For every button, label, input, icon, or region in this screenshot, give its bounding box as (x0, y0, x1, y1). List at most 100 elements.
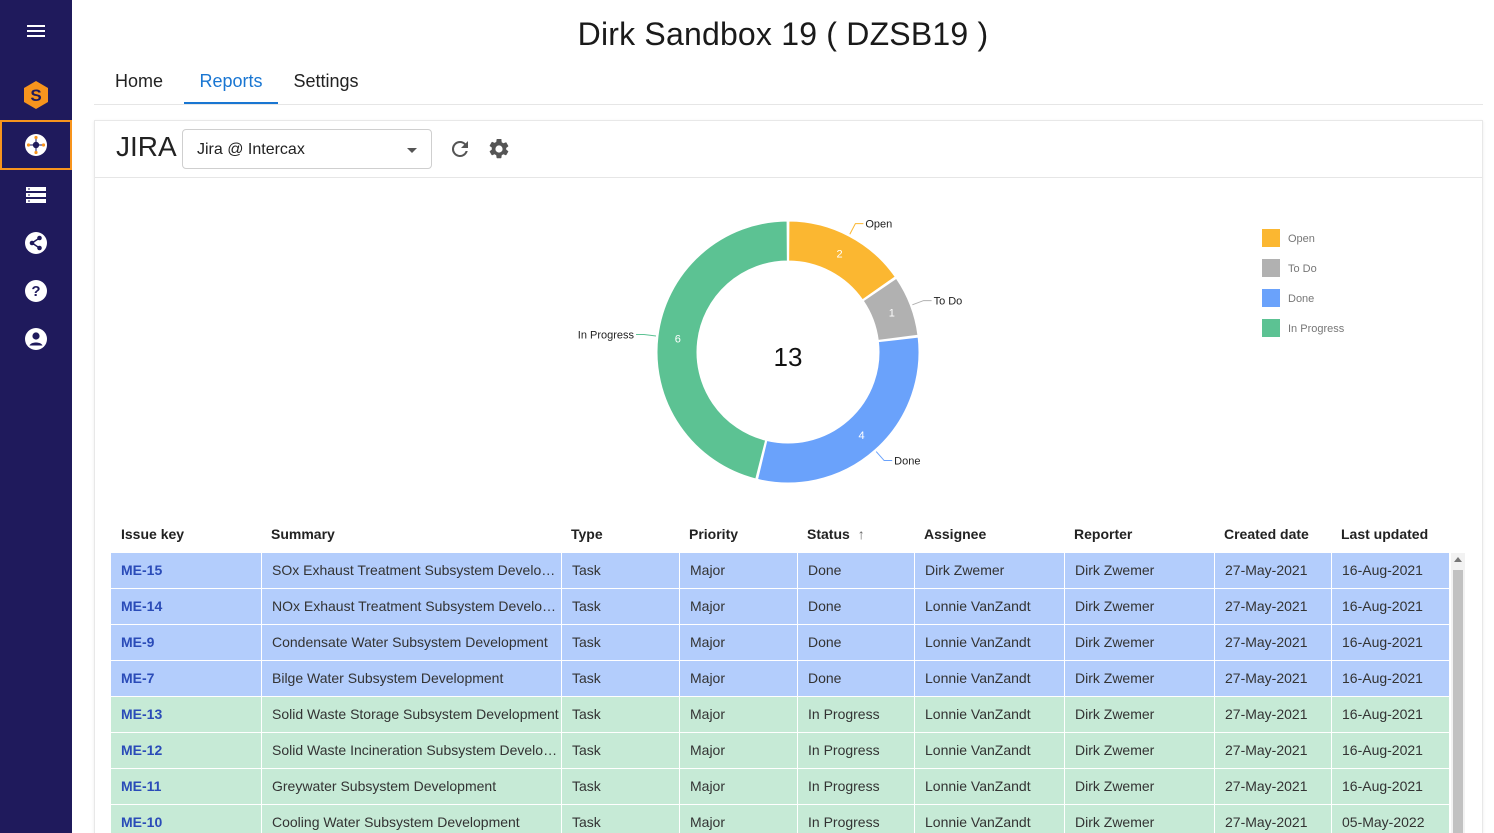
legend-label[interactable]: Open (1288, 233, 1315, 245)
gear-icon (489, 138, 509, 159)
refresh-icon (451, 140, 468, 157)
cell-assignee: Dirk Zwemer (914, 553, 1064, 588)
syndeia-logo-icon: S (24, 81, 48, 109)
scroll-up-arrow-icon[interactable] (1454, 557, 1462, 562)
cell-key[interactable]: ME-9 (111, 625, 261, 660)
column-header-status[interactable]: Status ↑ (807, 526, 865, 542)
cell-created: 27-May-2021 (1214, 553, 1331, 588)
sidebar-item-help[interactable]: ? (0, 267, 72, 315)
scroll-thumb[interactable] (1453, 570, 1463, 833)
cell-reporter: Dirk Zwemer (1064, 733, 1214, 768)
legend-swatch[interactable] (1262, 319, 1280, 337)
donut-value-label: 4 (859, 430, 865, 442)
main-tabs: Home Reports Settings (94, 60, 1483, 105)
column-header-created-date[interactable]: Created date (1224, 526, 1309, 542)
app-root: S ? Dirk Sandbox 19 (DZSB19) Home Repo… (0, 0, 1494, 833)
sidebar-item-account[interactable] (0, 315, 72, 363)
table-row[interactable]: ME-14 NOx Exhaust Treatment Subsystem Dev… (111, 589, 1449, 625)
refresh-button[interactable] (448, 137, 472, 161)
column-header-last-updated[interactable]: Last updated (1341, 526, 1428, 542)
cell-priority: Major (679, 553, 797, 588)
cell-type: Task (561, 697, 679, 732)
jira-connection-value: Jira @ Intercax (197, 141, 305, 158)
table-row[interactable]: ME-9 Condensate Water Subsystem Developme… (111, 625, 1449, 661)
jira-connection-select[interactable]: Jira @ Intercax (182, 129, 432, 169)
sidebar-item-repositories[interactable] (0, 171, 72, 219)
sidebar-item-share[interactable] (0, 219, 72, 267)
table-row[interactable]: ME-13 Solid Waste Storage Subsystem Devel… (111, 697, 1449, 733)
cell-key[interactable]: ME-12 (111, 733, 261, 768)
sidebar: S ? (0, 0, 72, 833)
table-row[interactable]: ME-7 Bilge Water Subsystem Development Tas… (111, 661, 1449, 697)
cell-reporter: Dirk Zwemer (1064, 625, 1214, 660)
tab-home[interactable]: Home (100, 60, 178, 104)
cell-updated: 16-Aug-2021 (1331, 733, 1449, 768)
legend-swatch[interactable] (1262, 229, 1280, 247)
cell-summary: SOx Exhaust Treatment Subsystem Developm… (261, 553, 561, 588)
tab-reports[interactable]: Reports (184, 60, 278, 104)
cell-assignee: Lonnie VanZandt (914, 805, 1064, 833)
cell-key[interactable]: ME-15 (111, 553, 261, 588)
cell-key[interactable]: ME-13 (111, 697, 261, 732)
cell-type: Task (561, 733, 679, 768)
cell-priority: Major (679, 661, 797, 696)
sort-arrow-up-icon[interactable]: ↑ (858, 526, 865, 542)
panel-title: JIRA (116, 131, 177, 162)
cell-reporter: Dirk Zwemer (1064, 553, 1214, 588)
cell-key[interactable]: ME-14 (111, 589, 261, 624)
settings-button[interactable] (487, 137, 511, 161)
cell-reporter: Dirk Zwemer (1064, 769, 1214, 804)
legend-label[interactable]: Done (1288, 293, 1314, 305)
column-header-issue-key[interactable]: Issue key (121, 526, 184, 542)
menu-button[interactable] (0, 7, 72, 55)
app-logo[interactable]: S (0, 71, 72, 119)
legend-label[interactable]: To Do (1288, 263, 1317, 275)
cell-created: 27-May-2021 (1214, 697, 1331, 732)
table-scrollbar[interactable] (1451, 553, 1465, 833)
column-header-reporter[interactable]: Reporter (1074, 526, 1132, 542)
legend-swatch[interactable] (1262, 259, 1280, 277)
cell-status: Done (797, 661, 914, 696)
legend-swatch[interactable] (1262, 289, 1280, 307)
issues-table: Issue key Summary Type Priority Status ↑ Assig… (111, 516, 1467, 833)
column-header-summary[interactable]: Summary (271, 526, 335, 542)
sidebar-item-jira[interactable] (0, 120, 72, 170)
table-row[interactable]: ME-12 Solid Waste Incineration Subsystem … (111, 733, 1449, 769)
table-row[interactable]: ME-10 Cooling Water Subsystem Development… (111, 805, 1449, 833)
cell-type: Task (561, 589, 679, 624)
cell-priority: Major (679, 733, 797, 768)
tab-settings[interactable]: Settings (282, 60, 370, 104)
cell-created: 27-May-2021 (1214, 805, 1331, 833)
cell-created: 27-May-2021 (1214, 625, 1331, 660)
column-header-assignee[interactable]: Assignee (924, 526, 986, 542)
cell-created: 27-May-2021 (1214, 769, 1331, 804)
cell-type: Task (561, 805, 679, 833)
cell-created: 27-May-2021 (1214, 589, 1331, 624)
table-row[interactable]: ME-11 Greywater Subsystem Development Task… (111, 769, 1449, 805)
cell-key[interactable]: ME-10 (111, 805, 261, 833)
cell-priority: Major (679, 697, 797, 732)
table-row[interactable]: ME-15 SOx Exhaust Treatment Subsystem Dev… (111, 553, 1449, 589)
donut-value-label: 1 (889, 308, 895, 320)
cell-assignee: Lonnie VanZandt (914, 589, 1064, 624)
cell-status: In Progress (797, 769, 914, 804)
cell-status: Done (797, 553, 914, 588)
cell-type: Task (561, 661, 679, 696)
column-header-priority[interactable]: Priority (689, 526, 738, 542)
column-header-type[interactable]: Type (571, 526, 603, 542)
cell-summary: Greywater Subsystem Development (261, 769, 561, 804)
donut-leader-line (912, 300, 932, 306)
donut-category-label: Open (865, 219, 892, 231)
help-icon: ? (25, 280, 47, 302)
donut-leader-line (636, 334, 657, 337)
cell-summary: Condensate Water Subsystem Development (261, 625, 561, 660)
legend-label[interactable]: In Progress (1288, 323, 1345, 335)
cell-key[interactable]: ME-7 (111, 661, 261, 696)
cell-assignee: Lonnie VanZandt (914, 697, 1064, 732)
cell-type: Task (561, 769, 679, 804)
cell-summary: Solid Waste Incineration Subsystem Devel… (261, 733, 561, 768)
page-title: Dirk Sandbox 19 ( DZSB19 ) (577, 16, 989, 52)
cell-key[interactable]: ME-11 (111, 769, 261, 804)
cell-updated: 16-Aug-2021 (1331, 769, 1449, 804)
cell-updated: 05-May-2022 (1331, 805, 1449, 833)
